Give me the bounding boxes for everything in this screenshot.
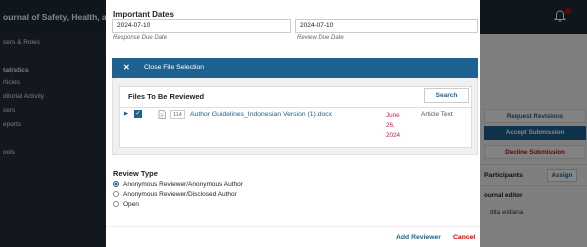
close-file-selection-label: Close File Selection — [144, 64, 205, 71]
review-type-label: Open — [123, 201, 139, 208]
radio-checked-icon[interactable] — [113, 181, 119, 187]
response-due-date-input[interactable]: 2024-07-10 — [112, 19, 291, 33]
file-type: Article Text — [421, 111, 453, 118]
close-icon: ✕ — [123, 63, 130, 72]
review-type-title: Review Type — [113, 169, 158, 178]
file-checkbox[interactable]: ✓ — [134, 110, 142, 118]
file-id-badge: 114 — [170, 110, 185, 119]
review-type-option-open[interactable]: Open — [113, 201, 139, 208]
cancel-button[interactable]: Cancel — [453, 234, 475, 241]
review-due-date-input[interactable]: 2024-07-10 — [295, 19, 478, 33]
file-name-link[interactable]: Author Guidelines_Indonesian Version (1)… — [190, 111, 332, 118]
close-file-selection-button[interactable]: ✕ Close File Selection — [112, 58, 478, 78]
expand-row-icon[interactable]: ▶ — [124, 111, 128, 117]
divider — [120, 107, 471, 108]
files-to-be-reviewed-title: Files To Be Reviewed — [128, 92, 205, 101]
document-icon — [158, 110, 166, 119]
review-type-label: Anonymous Reviewer/Disclosed Author — [123, 191, 237, 198]
important-dates-title: Important Dates — [113, 10, 174, 19]
search-button[interactable]: Search — [424, 88, 469, 103]
divider — [106, 226, 480, 227]
review-type-label: Anonymous Reviewer/Anonymous Author — [123, 181, 243, 188]
response-due-date-label: Response Due Date — [113, 35, 168, 41]
file-date: June 26, 2024 — [386, 112, 401, 139]
review-type-option-anonymous-disclosed[interactable]: Anonymous Reviewer/Disclosed Author — [113, 191, 237, 198]
radio-unchecked-icon[interactable] — [113, 191, 119, 197]
add-reviewer-button[interactable]: Add Reviewer — [396, 234, 441, 241]
radio-unchecked-icon[interactable] — [113, 201, 119, 207]
review-type-option-anonymous-anonymous[interactable]: Anonymous Reviewer/Anonymous Author — [113, 181, 243, 188]
review-due-date-label: Review Due Date — [297, 35, 344, 41]
